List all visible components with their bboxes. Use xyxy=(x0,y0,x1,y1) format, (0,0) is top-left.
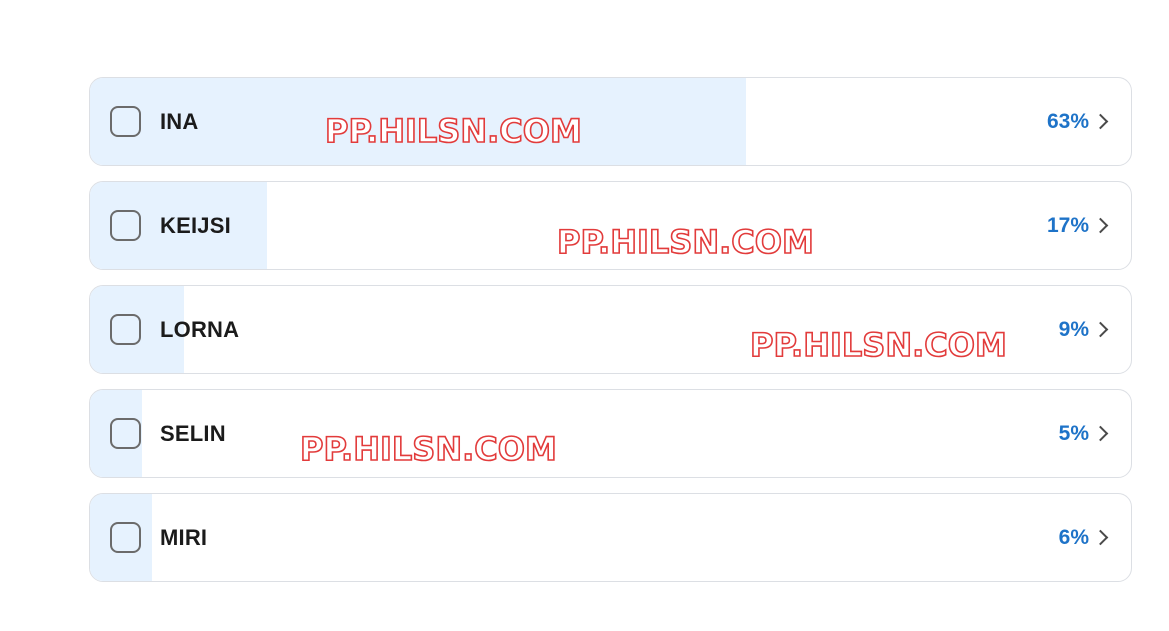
percent-text: 5% xyxy=(1058,421,1089,445)
chevron-right-icon xyxy=(1092,113,1109,130)
option-label: KEIJSI xyxy=(160,212,231,238)
percent-text: 9% xyxy=(1058,317,1089,341)
checkbox[interactable] xyxy=(110,521,141,553)
option-label: INA xyxy=(160,108,199,134)
option-result: 9% xyxy=(1059,318,1109,342)
option-label: MIRI xyxy=(160,524,208,550)
chevron-right-icon xyxy=(1092,217,1109,234)
chevron-right-icon xyxy=(1092,529,1109,546)
checkbox[interactable] xyxy=(110,105,141,137)
poll-option-keijsi[interactable]: KEIJSI 17% xyxy=(89,181,1132,270)
checkbox[interactable] xyxy=(110,209,141,241)
option-result: 63% xyxy=(1047,110,1109,134)
percent-text: 17% xyxy=(1046,213,1089,237)
poll-options-list: INA 63% KEIJSI 17% LORNA 9% SELIN 5% MIR… xyxy=(89,77,1132,597)
poll-option-miri[interactable]: MIRI 6% xyxy=(89,493,1132,582)
percent-text: 6% xyxy=(1058,525,1089,549)
checkbox[interactable] xyxy=(110,313,141,345)
poll-option-lorna[interactable]: LORNA 9% xyxy=(89,285,1132,374)
poll-option-ina[interactable]: INA 63% xyxy=(89,77,1132,166)
option-label: LORNA xyxy=(160,316,240,342)
option-result: 5% xyxy=(1059,422,1109,446)
percent-text: 63% xyxy=(1046,109,1089,133)
chevron-right-icon xyxy=(1092,425,1109,442)
poll-option-selin[interactable]: SELIN 5% xyxy=(89,389,1132,478)
option-result: 6% xyxy=(1059,526,1109,550)
chevron-right-icon xyxy=(1092,321,1109,338)
option-result: 17% xyxy=(1047,214,1109,238)
option-label: SELIN xyxy=(160,420,226,446)
checkbox[interactable] xyxy=(110,417,141,449)
